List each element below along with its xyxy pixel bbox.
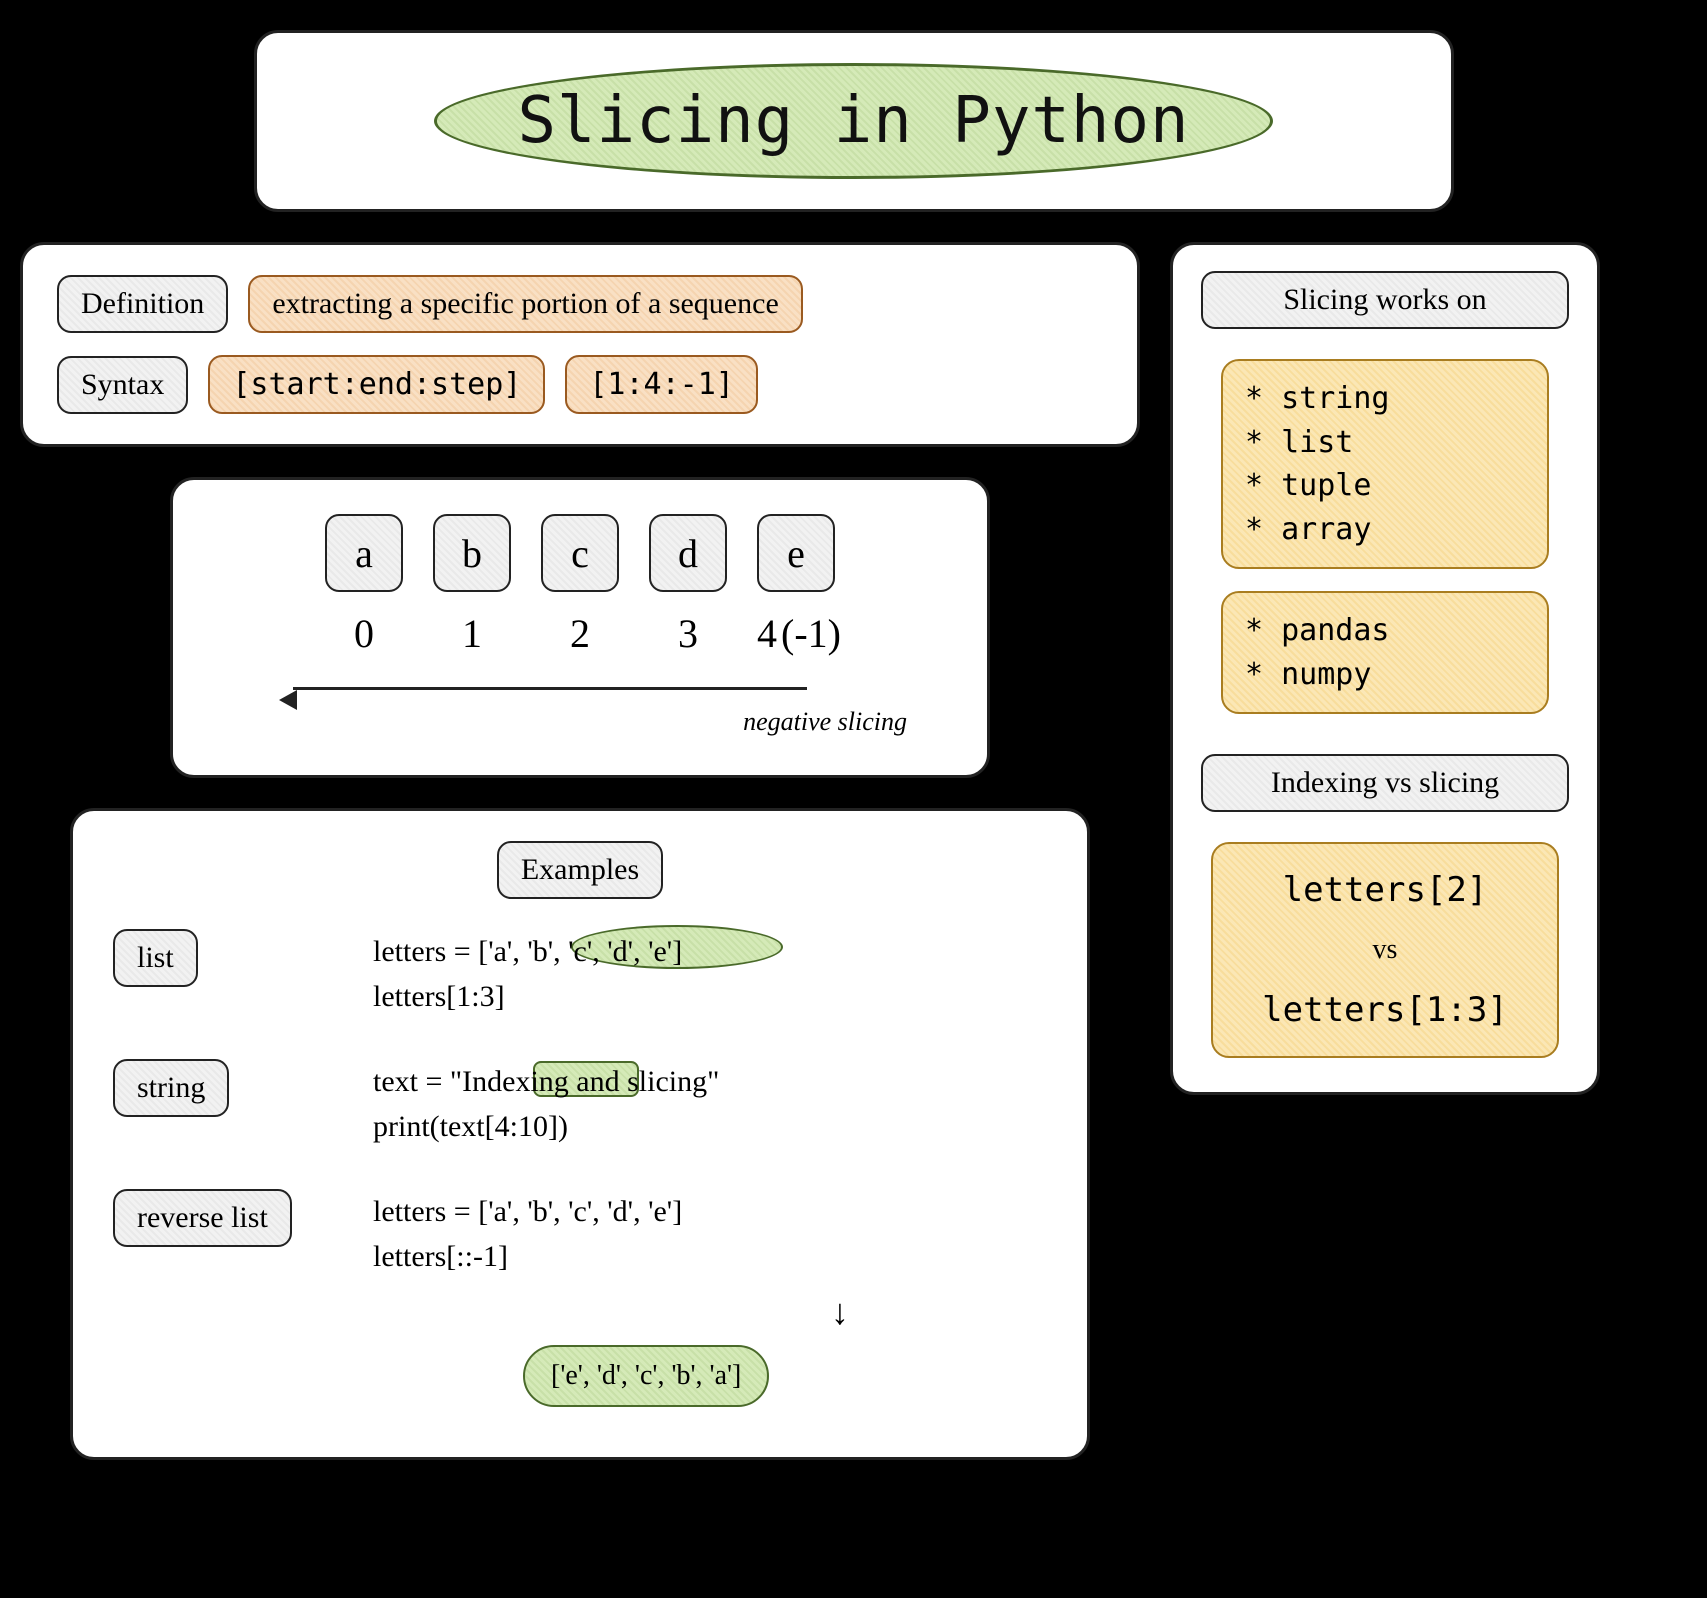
index-cell: 2 xyxy=(541,610,619,657)
list-item: * pandas xyxy=(1245,609,1525,653)
definition-syntax-panel: Definition extracting a specific portion… xyxy=(20,242,1140,447)
example-reverse-line2: letters[::-1] xyxy=(373,1234,1047,1279)
example-reverse-label: reverse list xyxy=(113,1189,292,1247)
example-reverse-line1: letters = ['a', 'b', 'c', 'd', 'e'] xyxy=(373,1189,1047,1234)
list-item: * list xyxy=(1245,421,1525,465)
list-item: * tuple xyxy=(1245,464,1525,508)
page-title: Slicing in Python xyxy=(517,84,1189,158)
indexing-example: letters[2] xyxy=(1233,870,1537,910)
index-cell: 3 xyxy=(649,610,727,657)
example-string-line1: text = "Indexing and slicing" xyxy=(373,1059,1047,1104)
syntax-label: Syntax xyxy=(57,356,188,414)
example-list-label: list xyxy=(113,929,198,987)
index-cell: 0 xyxy=(325,610,403,657)
negative-suffix: (-1) xyxy=(781,611,841,656)
negative-slicing-label: negative slicing xyxy=(743,707,907,737)
example-list-line2: letters[1:3] xyxy=(373,974,1047,1019)
indexing-vs-slicing-block: letters[2] vs letters[1:3] xyxy=(1211,842,1559,1058)
title-ellipse: Slicing in Python xyxy=(434,63,1272,179)
works-on-panel: Slicing works on * string * list * tuple… xyxy=(1170,242,1600,1095)
index-val: 4 xyxy=(757,611,777,656)
example-list: list letters = ['a', 'b', 'c', 'd', 'e']… xyxy=(113,929,1047,1019)
letter-box: d xyxy=(649,514,727,592)
arrow-down-icon: ↓ xyxy=(633,1285,1047,1339)
title-panel: Slicing in Python xyxy=(254,30,1454,212)
syntax-example: [1:4:-1] xyxy=(565,355,758,414)
arrow-left-icon xyxy=(279,690,297,710)
vs-label: vs xyxy=(1233,934,1537,966)
example-string-line2: print(text[4:10]) xyxy=(373,1104,1047,1149)
definition-text: extracting a specific portion of a seque… xyxy=(248,275,802,333)
works-on-heading: Slicing works on xyxy=(1201,271,1569,329)
list-item: * string xyxy=(1245,377,1525,421)
letters-row: a b c d e xyxy=(213,514,947,592)
list-item: * array xyxy=(1245,508,1525,552)
indexing-vs-slicing-heading: Indexing vs slicing xyxy=(1201,754,1569,812)
definition-label: Definition xyxy=(57,275,228,333)
negative-arrow: negative slicing xyxy=(213,687,947,747)
index-cell: 4(-1) xyxy=(757,610,835,657)
letter-box: b xyxy=(433,514,511,592)
syntax-pattern: [start:end:step] xyxy=(208,355,545,414)
index-row: 0 1 2 3 4(-1) xyxy=(213,610,947,657)
example-list-line1: letters = ['a', 'b', 'c', 'd', 'e'] xyxy=(373,929,1047,974)
works-on-group1: * string * list * tuple * array xyxy=(1221,359,1549,569)
example-string: string text = "Indexing and slicing" pri… xyxy=(113,1059,1047,1149)
letter-box: e xyxy=(757,514,835,592)
example-reverse-result: ['e', 'd', 'c', 'b', 'a'] xyxy=(523,1345,769,1407)
letter-box: a xyxy=(325,514,403,592)
slicing-example: letters[1:3] xyxy=(1233,990,1537,1030)
letter-box: c xyxy=(541,514,619,592)
letters-panel: a b c d e 0 1 2 3 4(-1) negative slicing xyxy=(170,477,990,778)
examples-panel: Examples list letters = ['a', 'b', 'c', … xyxy=(70,808,1090,1460)
index-cell: 1 xyxy=(433,610,511,657)
list-item: * numpy xyxy=(1245,653,1525,697)
examples-heading: Examples xyxy=(497,841,663,899)
example-reverse: reverse list letters = ['a', 'b', 'c', '… xyxy=(113,1189,1047,1407)
works-on-group2: * pandas * numpy xyxy=(1221,591,1549,714)
example-string-label: string xyxy=(113,1059,229,1117)
